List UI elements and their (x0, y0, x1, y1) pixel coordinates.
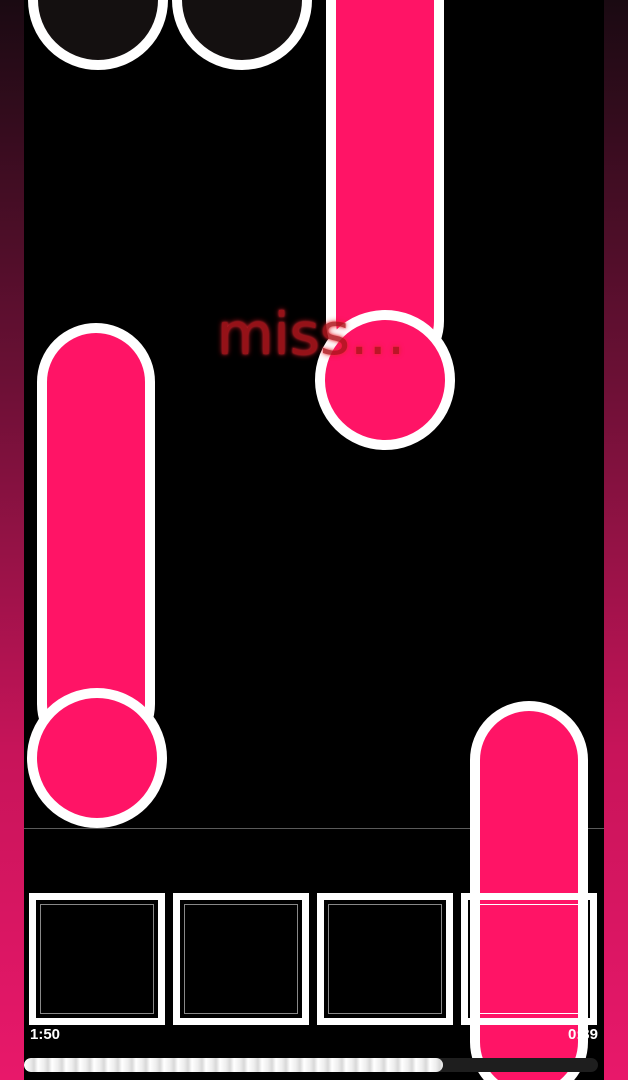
lane-1-key[interactable] (29, 893, 165, 1025)
song-progress-fill (24, 1058, 444, 1072)
song-progress-bar (24, 1058, 598, 1072)
lane-3-key[interactable] (317, 893, 453, 1025)
elapsed-time: 1:50 (30, 1026, 61, 1043)
playfield: miss... (24, 0, 604, 1080)
tap-note-lane-1 (28, 0, 168, 70)
lane-2-key[interactable] (173, 893, 309, 1025)
lane-4-key[interactable] (461, 893, 597, 1025)
judgement-text: miss... (217, 300, 406, 368)
remaining-time: 0:39 (567, 1026, 598, 1043)
tap-note-lane-2 (172, 0, 312, 70)
left-side-bar (0, 0, 24, 1080)
right-side-bar (604, 0, 628, 1080)
hold-note-lane-1-head (27, 688, 167, 828)
